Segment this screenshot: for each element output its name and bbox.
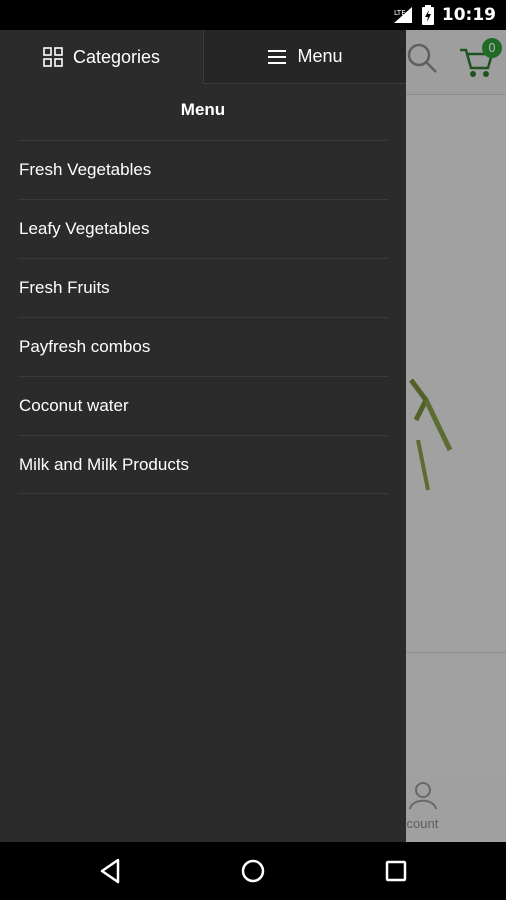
recents-icon[interactable] bbox=[381, 856, 411, 886]
tab-categories[interactable]: Categories bbox=[0, 30, 203, 84]
home-icon[interactable] bbox=[238, 856, 268, 886]
tab-categories-label: Categories bbox=[72, 46, 161, 67]
signal-icon: LTE bbox=[393, 7, 412, 23]
hamburger-icon bbox=[268, 49, 287, 64]
system-nav-bar bbox=[0, 842, 506, 900]
menu-item-label: Fresh Fruits bbox=[19, 278, 110, 297]
menu-list: Fresh Vegetables Leafy Vegetables Fresh … bbox=[0, 140, 406, 494]
svg-text:LTE: LTE bbox=[394, 9, 406, 17]
drawer-tabs: Categories Menu bbox=[0, 30, 406, 84]
menu-item-payfresh-combos[interactable]: Payfresh combos bbox=[18, 317, 388, 376]
menu-item-label: Leafy Vegetables bbox=[19, 219, 150, 238]
menu-item-label: Fresh Vegetables bbox=[19, 160, 152, 179]
menu-item-leafy-vegetables[interactable]: Leafy Vegetables bbox=[18, 199, 388, 258]
back-icon[interactable] bbox=[96, 856, 126, 886]
status-time: 10:19 bbox=[441, 5, 496, 25]
menu-item-fresh-fruits[interactable]: Fresh Fruits bbox=[18, 258, 388, 317]
status-bar: LTE 10:19 bbox=[0, 0, 506, 30]
tab-menu-label: Menu bbox=[297, 46, 343, 66]
menu-item-coconut-water[interactable]: Coconut water bbox=[18, 376, 388, 435]
menu-item-label: Payfresh combos bbox=[19, 337, 151, 356]
menu-item-fresh-vegetables[interactable]: Fresh Vegetables bbox=[18, 140, 388, 199]
drawer-title: Menu bbox=[180, 100, 226, 119]
menu-item-label: Coconut water bbox=[19, 396, 129, 415]
menu-item-milk-products[interactable]: Milk and Milk Products bbox=[18, 435, 388, 494]
menu-item-label: Milk and Milk Products bbox=[19, 455, 190, 474]
grid-icon bbox=[43, 47, 63, 67]
status-icons: LTE 10:19 bbox=[392, 4, 496, 26]
navigation-drawer: Categories Menu Menu Fresh Vegetables Le… bbox=[0, 30, 406, 842]
battery-icon bbox=[421, 5, 434, 25]
tab-menu[interactable]: Menu bbox=[203, 30, 406, 84]
